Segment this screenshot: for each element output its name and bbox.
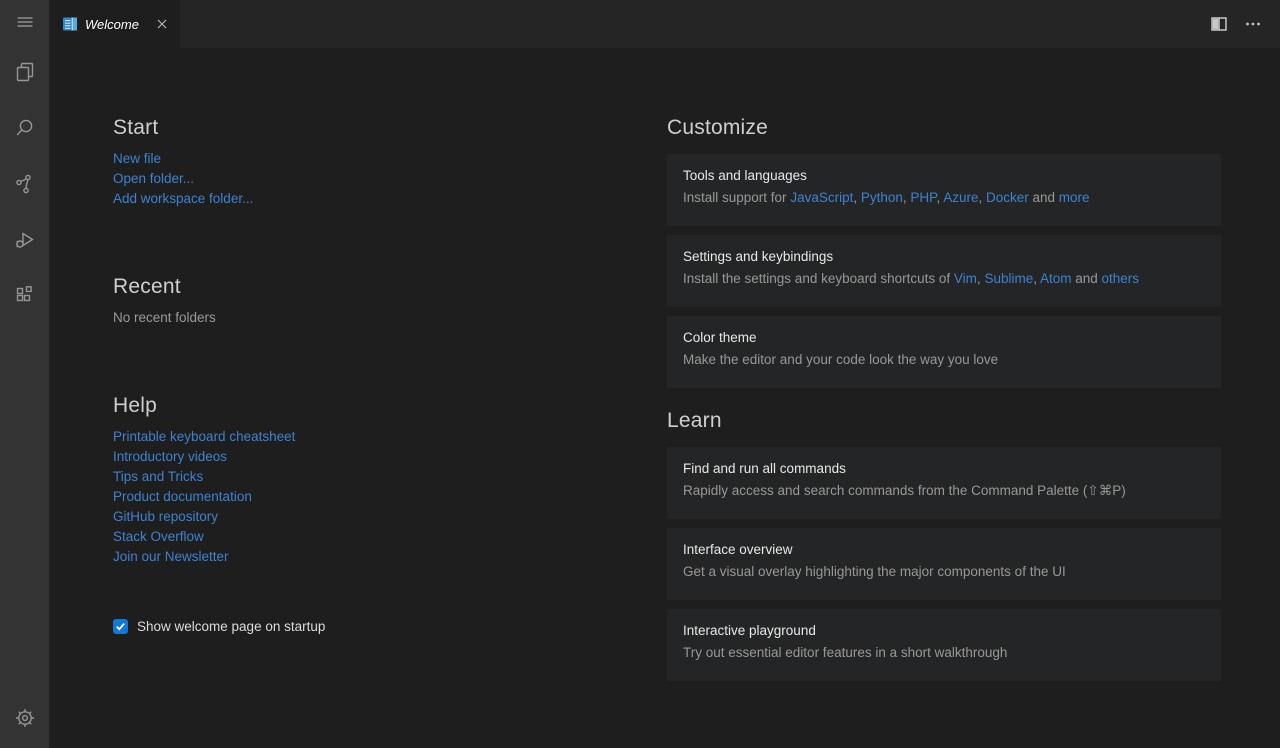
menu-icon: [13, 10, 37, 34]
card-description: Install the settings and keyboard shortc…: [683, 270, 1205, 288]
card-description: Install support for JavaScript, Python, …: [683, 189, 1205, 207]
extensions-icon: [13, 284, 37, 308]
welcome-page: Start New fileOpen folder...Add workspac…: [50, 48, 1280, 748]
welcome-link[interactable]: New file: [113, 149, 161, 169]
card-description: Try out essential editor features in a s…: [683, 644, 1205, 662]
start-links: New fileOpen folder...Add workspace fold…: [113, 149, 513, 209]
explorer-icon: [13, 60, 37, 84]
help-title: Help: [113, 394, 513, 418]
activity-item-run-debug[interactable]: [0, 212, 49, 268]
inline-link[interactable]: PHP: [910, 190, 936, 205]
customize-title: Customize: [667, 116, 1221, 140]
welcome-card[interactable]: Interactive playground Try out essential …: [667, 609, 1221, 681]
startup-checkbox[interactable]: [113, 619, 128, 634]
tab-welcome[interactable]: Welcome: [50, 0, 180, 48]
close-icon[interactable]: [154, 16, 170, 32]
activity-item-search[interactable]: [0, 100, 49, 156]
inline-link[interactable]: Python: [861, 190, 903, 205]
welcome-card[interactable]: Tools and languages Install support for J…: [667, 154, 1221, 226]
tab-bar: Welcome: [50, 0, 1280, 48]
card-description: Get a visual overlay highlighting the ma…: [683, 563, 1205, 581]
welcome-link[interactable]: Printable keyboard cheatsheet: [113, 427, 295, 447]
no-recent-folders-text: No recent folders: [113, 308, 513, 328]
activity-item-source-control[interactable]: [0, 156, 49, 212]
activity-item-extensions[interactable]: [0, 268, 49, 324]
card-description: Rapidly access and search commands from …: [683, 482, 1205, 500]
inline-link[interactable]: more: [1059, 190, 1090, 205]
welcome-card[interactable]: Find and run all commands Rapidly access …: [667, 447, 1221, 519]
start-section: Start New fileOpen folder...Add workspac…: [113, 116, 513, 209]
more-actions-icon[interactable]: [1244, 15, 1262, 33]
card-title: Interface overview: [683, 542, 1205, 557]
run-debug-icon: [13, 228, 37, 252]
card-title: Settings and keybindings: [683, 249, 1205, 264]
vscode-window: Welcome: [0, 0, 1280, 748]
split-editor-icon[interactable]: [1210, 15, 1228, 33]
inline-link[interactable]: Atom: [1040, 271, 1072, 286]
inline-link[interactable]: Azure: [943, 190, 978, 205]
card-description: Make the editor and your code look the w…: [683, 351, 1205, 369]
inline-link[interactable]: Docker: [986, 190, 1029, 205]
welcome-link[interactable]: Introductory videos: [113, 447, 227, 467]
activity-bar: [0, 0, 50, 748]
welcome-book-icon: [62, 16, 78, 32]
help-section: Help Printable keyboard cheatsheetIntrod…: [113, 394, 513, 567]
check-icon: [115, 621, 126, 632]
welcome-link[interactable]: Product documentation: [113, 487, 252, 507]
inline-link[interactable]: Sublime: [984, 271, 1033, 286]
inline-link[interactable]: others: [1102, 271, 1140, 286]
learn-section: Learn Find and run all commands Rapidly a…: [667, 409, 1221, 681]
settings-button[interactable]: [0, 694, 49, 742]
customize-cards: Tools and languages Install support for J…: [667, 154, 1221, 388]
recent-section: Recent No recent folders: [113, 275, 513, 328]
welcome-card[interactable]: Color theme Make the editor and your code…: [667, 316, 1221, 388]
welcome-link[interactable]: Open folder...: [113, 169, 194, 189]
editor-actions: [1210, 0, 1280, 48]
inline-link[interactable]: Vim: [954, 271, 977, 286]
source-control-icon: [13, 172, 37, 196]
welcome-link[interactable]: Join our Newsletter: [113, 547, 229, 567]
card-title: Color theme: [683, 330, 1205, 345]
learn-title: Learn: [667, 409, 1221, 433]
settings-gear-icon: [13, 706, 37, 730]
welcome-link[interactable]: Tips and Tricks: [113, 467, 203, 487]
activity-item-explorer[interactable]: [0, 44, 49, 100]
welcome-card[interactable]: Settings and keybindings Install the sett…: [667, 235, 1221, 307]
welcome-link[interactable]: Stack Overflow: [113, 527, 204, 547]
welcome-card[interactable]: Interface overview Get a visual overlay h…: [667, 528, 1221, 600]
customize-section: Customize Tools and languages Install sup…: [667, 116, 1221, 388]
recent-title: Recent: [113, 275, 513, 299]
card-title: Interactive playground: [683, 623, 1205, 638]
inline-link[interactable]: JavaScript: [790, 190, 853, 205]
menu-button[interactable]: [0, 0, 49, 44]
card-title: Find and run all commands: [683, 461, 1205, 476]
learn-cards: Find and run all commands Rapidly access …: [667, 447, 1221, 681]
show-welcome-on-startup-row[interactable]: Show welcome page on startup: [113, 619, 325, 634]
activity-bar-spacer: [0, 324, 49, 694]
tab-label: Welcome: [85, 17, 147, 32]
card-title: Tools and languages: [683, 168, 1205, 183]
startup-checkbox-label: Show welcome page on startup: [137, 619, 325, 634]
help-links: Printable keyboard cheatsheetIntroductor…: [113, 427, 513, 567]
start-title: Start: [113, 116, 513, 140]
welcome-link[interactable]: GitHub repository: [113, 507, 218, 527]
search-icon: [13, 116, 37, 140]
welcome-link[interactable]: Add workspace folder...: [113, 189, 253, 209]
